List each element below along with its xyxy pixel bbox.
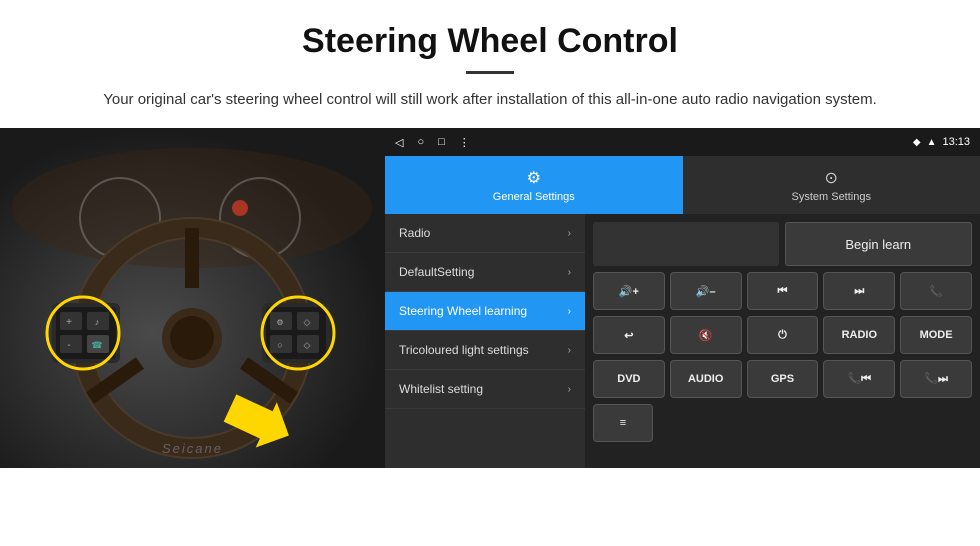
tab-general-settings[interactable]: ⚙ General Settings	[385, 156, 683, 214]
top-row: Begin learn	[593, 222, 972, 266]
wheel-graphic: + ♪ - ☎ ⚙ ◇ ○	[0, 128, 385, 468]
call-prev-button[interactable]: 📞⏮	[823, 360, 895, 398]
dvd-button[interactable]: DVD	[593, 360, 665, 398]
hangup-button[interactable]: ↩	[593, 316, 665, 354]
back-nav-icon[interactable]: ◁	[395, 136, 403, 149]
power-icon: ⏻	[778, 329, 787, 342]
menu-radio-label: Radio	[399, 226, 430, 240]
call-next-icon: 📞⏭	[924, 372, 948, 386]
steering-wheel-svg: + ♪ - ☎ ⚙ ◇ ○	[0, 128, 385, 468]
radio-label: RADIO	[842, 329, 877, 341]
vol-down-button[interactable]: 🔊–	[670, 272, 742, 310]
main-content: Radio › DefaultSetting › Steering Wheel …	[385, 214, 980, 468]
vol-down-icon: 🔊–	[696, 285, 716, 298]
system-icon: ⊙	[825, 168, 838, 188]
prev-track-button[interactable]: ⏮	[747, 272, 819, 310]
menu-item-radio[interactable]: Radio ›	[385, 214, 585, 253]
subtitle: Your original car's steering wheel contr…	[80, 88, 900, 112]
button-row-2: ↩ 🔇 ⏻ RADIO MODE	[593, 316, 972, 354]
menu-item-steering-wheel[interactable]: Steering Wheel learning ›	[385, 292, 585, 331]
vol-up-button[interactable]: 🔊+	[593, 272, 665, 310]
home-nav-icon[interactable]: ○	[417, 136, 424, 148]
gps-label: GPS	[771, 373, 794, 385]
car-image-section: + ♪ - ☎ ⚙ ◇ ○	[0, 128, 385, 468]
begin-learn-button[interactable]: Begin learn	[785, 222, 973, 266]
prev-track-icon: ⏮	[778, 285, 788, 298]
svg-text:☎: ☎	[91, 340, 102, 350]
list-icon: ≡	[620, 417, 626, 429]
svg-text:♪: ♪	[95, 317, 100, 327]
page-title: Steering Wheel Control	[40, 22, 940, 61]
svg-text:⚙: ⚙	[276, 318, 283, 327]
mode-label: MODE	[920, 329, 953, 341]
menu-item-tricoloured[interactable]: Tricoloured light settings ›	[385, 331, 585, 370]
gps-icon: ◆	[913, 137, 921, 148]
vol-up-icon: 🔊+	[619, 285, 639, 298]
svg-text:+: +	[66, 317, 72, 328]
menu-radio-chevron: ›	[568, 228, 571, 239]
audio-label: AUDIO	[688, 373, 723, 385]
svg-text:-: -	[67, 340, 70, 351]
input-display-box	[593, 222, 779, 266]
menu-item-default-setting[interactable]: DefaultSetting ›	[385, 253, 585, 292]
menu-steering-chevron: ›	[568, 306, 571, 317]
menu-nav-icon[interactable]: ⋮	[459, 136, 470, 149]
menu-default-label: DefaultSetting	[399, 265, 474, 279]
settings-gear-icon: ⚙	[527, 168, 541, 188]
gps-button[interactable]: GPS	[747, 360, 819, 398]
radio-button[interactable]: RADIO	[823, 316, 895, 354]
mute-icon: 🔇	[699, 329, 713, 342]
mode-button[interactable]: MODE	[900, 316, 972, 354]
button-row-1: 🔊+ 🔊– ⏮ ⏭ 📞	[593, 272, 972, 310]
next-track-icon: ⏭	[854, 285, 864, 298]
status-left: ◁ ○ □ ⋮	[395, 136, 470, 149]
call-icon: 📞	[929, 285, 943, 298]
device-section: ◁ ○ □ ⋮ ◆ ▲ 13:13 ⚙ General Settings	[385, 128, 980, 468]
menu-steering-label: Steering Wheel learning	[399, 304, 527, 318]
status-right: ◆ ▲ 13:13	[913, 136, 970, 148]
recent-nav-icon[interactable]: □	[438, 136, 445, 148]
content-area: + ♪ - ☎ ⚙ ◇ ○	[0, 128, 980, 468]
call-prev-icon: 📞⏮	[847, 372, 871, 386]
svg-text:◇: ◇	[304, 340, 311, 350]
menu-whitelist-label: Whitelist setting	[399, 382, 483, 396]
menu-tricoloured-label: Tricoloured light settings	[399, 343, 529, 357]
hangup-icon: ↩	[624, 329, 633, 342]
menu-item-whitelist[interactable]: Whitelist setting ›	[385, 370, 585, 409]
tab-general-label: General Settings	[493, 191, 575, 203]
svg-text:◇: ◇	[304, 317, 311, 327]
left-menu: Radio › DefaultSetting › Steering Wheel …	[385, 214, 585, 468]
list-button[interactable]: ≡	[593, 404, 653, 442]
status-bar: ◁ ○ □ ⋮ ◆ ▲ 13:13	[385, 128, 980, 156]
tab-system-settings[interactable]: ⊙ System Settings	[683, 156, 980, 214]
header-section: Steering Wheel Control Your original car…	[0, 0, 980, 128]
button-row-4: ≡	[593, 404, 972, 442]
dvd-label: DVD	[617, 373, 640, 385]
signal-icon: ▲	[927, 137, 937, 148]
time-display: 13:13	[942, 136, 970, 148]
menu-whitelist-chevron: ›	[568, 384, 571, 395]
menu-default-chevron: ›	[568, 267, 571, 278]
right-panel: Begin learn 🔊+ 🔊– ⏮	[585, 214, 980, 468]
call-next-button[interactable]: 📞⏭	[900, 360, 972, 398]
power-button[interactable]: ⏻	[747, 316, 819, 354]
page-container: Steering Wheel Control Your original car…	[0, 0, 980, 468]
menu-tricoloured-chevron: ›	[568, 345, 571, 356]
button-row-3: DVD AUDIO GPS 📞⏮ 📞⏭	[593, 360, 972, 398]
call-button[interactable]: 📞	[900, 272, 972, 310]
mute-button[interactable]: 🔇	[670, 316, 742, 354]
title-divider	[466, 71, 514, 74]
tabs-row: ⚙ General Settings ⊙ System Settings	[385, 156, 980, 214]
svg-text:○: ○	[277, 340, 282, 350]
watermark: Seicane	[162, 441, 223, 456]
tab-system-label: System Settings	[792, 191, 871, 203]
audio-button[interactable]: AUDIO	[670, 360, 742, 398]
next-track-button[interactable]: ⏭	[823, 272, 895, 310]
